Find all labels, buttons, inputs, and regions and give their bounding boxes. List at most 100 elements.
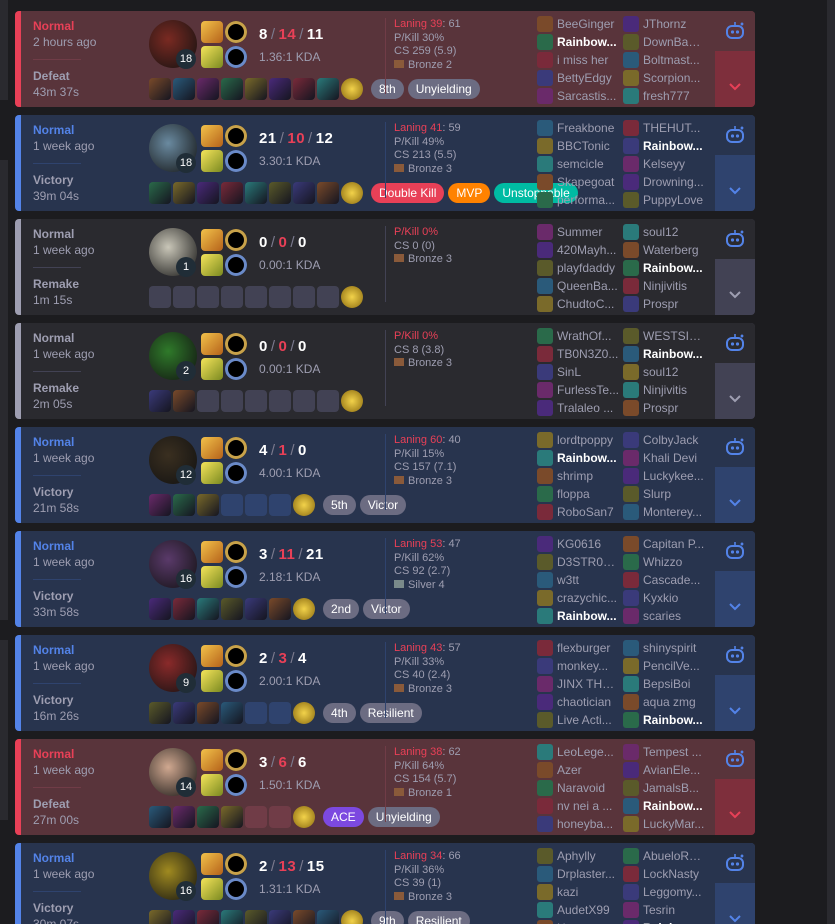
participant-name[interactable]: fresh777 bbox=[643, 89, 705, 103]
participant-name[interactable]: DownBad... bbox=[643, 35, 705, 49]
participant-name[interactable]: performa... bbox=[557, 193, 619, 207]
participant-name[interactable]: KG0616 bbox=[557, 537, 619, 551]
item-icon[interactable] bbox=[149, 494, 171, 516]
item-icon[interactable] bbox=[269, 910, 291, 924]
participant-name[interactable]: Freakbone bbox=[557, 121, 619, 135]
participant[interactable]: THEHUT... bbox=[623, 119, 709, 137]
item-icon[interactable] bbox=[197, 598, 219, 620]
participant[interactable]: aqua zmg bbox=[623, 693, 709, 711]
participant-name[interactable]: flexburger bbox=[557, 641, 619, 655]
participant-name[interactable]: Rainbow... bbox=[643, 139, 705, 153]
item-icon[interactable] bbox=[149, 390, 171, 412]
ai-coach-icon[interactable] bbox=[724, 852, 746, 874]
participant[interactable]: JINX THE... bbox=[537, 675, 623, 693]
chevron-down-icon[interactable] bbox=[728, 810, 742, 820]
participant[interactable]: Rainbow... bbox=[623, 711, 709, 729]
participant-name[interactable]: Tempest ... bbox=[643, 745, 705, 759]
participant[interactable]: crazychic... bbox=[537, 589, 623, 607]
participant[interactable]: AvianEle... bbox=[623, 761, 709, 779]
participant[interactable]: Prospr bbox=[623, 399, 709, 417]
ai-coach-icon[interactable] bbox=[724, 20, 746, 42]
participant[interactable]: Ninjivitis bbox=[623, 381, 709, 399]
item-icon[interactable] bbox=[269, 78, 291, 100]
participant-name[interactable]: Rainbow... bbox=[557, 609, 619, 623]
participant-name[interactable]: honeyba... bbox=[557, 817, 619, 831]
expand-button[interactable] bbox=[715, 379, 755, 419]
participant[interactable]: Rainbow... bbox=[623, 259, 709, 277]
participant[interactable]: Drowning... bbox=[623, 173, 709, 191]
ai-coach-icon[interactable] bbox=[724, 436, 746, 458]
participant-name[interactable]: Scorpion... bbox=[643, 71, 705, 85]
participant[interactable]: AudetX99 bbox=[537, 901, 623, 919]
participant[interactable]: Boltmast... bbox=[623, 51, 709, 69]
participant-name[interactable]: AvianEle... bbox=[643, 763, 705, 777]
participant-name[interactable]: Rainbow... bbox=[643, 347, 705, 361]
participant-name[interactable]: Rainbow... bbox=[557, 35, 619, 49]
participant[interactable]: i miss her bbox=[537, 51, 623, 69]
participant-name[interactable]: AudetX99 bbox=[557, 903, 619, 917]
participant[interactable]: kazi bbox=[537, 883, 623, 901]
item-icon[interactable] bbox=[173, 702, 195, 724]
item-icon[interactable] bbox=[269, 182, 291, 204]
participant[interactable]: Tesrin bbox=[623, 901, 709, 919]
participant[interactable]: Rainbow... bbox=[623, 137, 709, 155]
participant[interactable]: H... bbox=[537, 919, 623, 924]
participant-name[interactable]: floppa bbox=[557, 487, 619, 501]
chevron-down-icon[interactable] bbox=[728, 186, 742, 196]
participant[interactable]: semcicle bbox=[537, 155, 623, 173]
participant[interactable]: chaotician bbox=[537, 693, 623, 711]
ai-coach-icon[interactable] bbox=[724, 228, 746, 250]
participant[interactable]: D3STR0Z... bbox=[537, 553, 623, 571]
participant-name[interactable]: shinyspirit bbox=[643, 641, 705, 655]
participant[interactable]: TB0N3Z0... bbox=[537, 345, 623, 363]
ai-coach-icon[interactable] bbox=[724, 644, 746, 666]
participant-name[interactable]: nv nei a ... bbox=[557, 799, 619, 813]
expand-button[interactable] bbox=[715, 483, 755, 523]
participant[interactable]: LuckyMar... bbox=[623, 815, 709, 833]
item-icon[interactable] bbox=[173, 390, 195, 412]
participant-name[interactable]: Rainbow... bbox=[643, 713, 705, 727]
participant-name[interactable]: LeoLege... bbox=[557, 745, 619, 759]
participant[interactable]: ColbyJack bbox=[623, 431, 709, 449]
participant[interactable]: Summer bbox=[537, 223, 623, 241]
ai-coach-button[interactable] bbox=[715, 843, 755, 883]
participant[interactable]: soul12 bbox=[623, 223, 709, 241]
chevron-down-icon[interactable] bbox=[728, 498, 742, 508]
participant[interactable]: Scorpion... bbox=[623, 69, 709, 87]
participant-name[interactable]: aqua zmg bbox=[643, 695, 705, 709]
participant[interactable]: Rainbow... bbox=[537, 33, 623, 51]
participant-name[interactable]: soul12 bbox=[643, 225, 705, 239]
item-icon[interactable] bbox=[197, 806, 219, 828]
participant[interactable]: PuppyLove bbox=[623, 191, 709, 209]
participant[interactable]: Drplaster... bbox=[537, 865, 623, 883]
item-icon[interactable] bbox=[149, 806, 171, 828]
participant[interactable]: monkey... bbox=[537, 657, 623, 675]
ai-coach-icon[interactable] bbox=[724, 748, 746, 770]
expand-button[interactable] bbox=[715, 275, 755, 315]
item-icon[interactable] bbox=[221, 702, 243, 724]
participant[interactable]: Rainbow... bbox=[623, 345, 709, 363]
participant[interactable]: honeyba... bbox=[537, 815, 623, 833]
participant[interactable]: Kelseyy bbox=[623, 155, 709, 173]
participant[interactable]: scaries bbox=[623, 607, 709, 625]
expand-button[interactable] bbox=[715, 899, 755, 924]
item-icon[interactable] bbox=[197, 702, 219, 724]
item-icon[interactable] bbox=[197, 494, 219, 516]
participant[interactable]: Rainbow... bbox=[623, 797, 709, 815]
participant-name[interactable]: Ninjivitis bbox=[643, 383, 705, 397]
participant[interactable]: LockNasty bbox=[623, 865, 709, 883]
participant[interactable]: ChudtoC... bbox=[537, 295, 623, 313]
participant[interactable]: Aphylly bbox=[537, 847, 623, 865]
item-icon[interactable] bbox=[293, 78, 315, 100]
participant-name[interactable]: JINX THE... bbox=[557, 677, 619, 691]
item-icon[interactable] bbox=[293, 182, 315, 204]
item-icon[interactable] bbox=[197, 910, 219, 924]
participant[interactable]: Azer bbox=[537, 761, 623, 779]
expand-button[interactable] bbox=[715, 691, 755, 731]
participant-name[interactable]: LuckyMar... bbox=[643, 817, 705, 831]
item-icon[interactable] bbox=[197, 78, 219, 100]
participant-name[interactable]: Khali Devi bbox=[643, 451, 705, 465]
item-icon[interactable] bbox=[221, 806, 243, 828]
item-icon[interactable] bbox=[173, 806, 195, 828]
item-icon[interactable] bbox=[173, 598, 195, 620]
